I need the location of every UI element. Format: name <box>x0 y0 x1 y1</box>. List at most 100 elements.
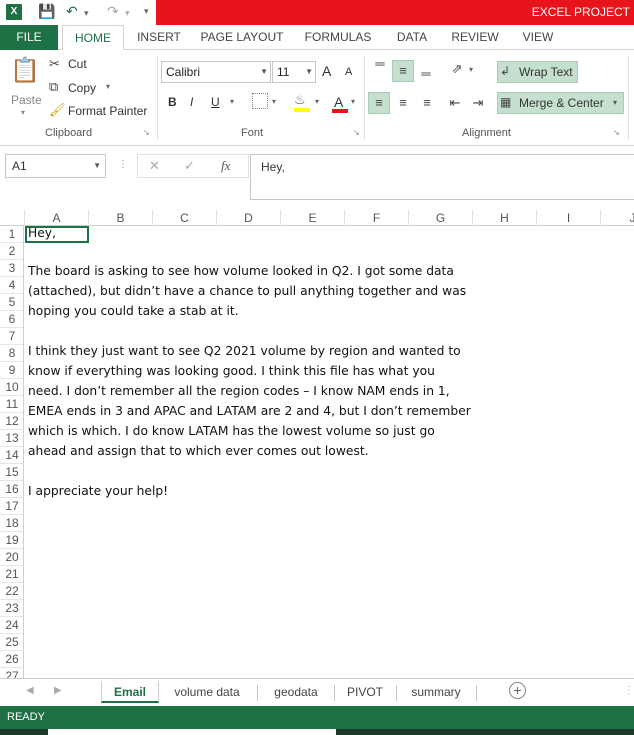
column-header[interactable]: H <box>473 210 537 226</box>
cancel-icon[interactable]: ✕ <box>149 158 160 174</box>
italic-button[interactable]: I <box>190 95 193 109</box>
name-box[interactable]: A1 ▼ <box>5 154 106 178</box>
row-header[interactable]: 21 <box>0 566 23 583</box>
undo-icon[interactable]: ↶ <box>66 3 78 20</box>
cut-button[interactable]: Cut <box>68 57 87 71</box>
row-header[interactable]: 20 <box>0 549 23 566</box>
tab-page-layout[interactable]: PAGE LAYOUT <box>198 25 286 50</box>
row-header[interactable]: 2 <box>0 243 23 260</box>
sheet-tab-pivot[interactable]: PIVOT <box>338 681 392 703</box>
font-launcher-icon[interactable]: ↘ <box>353 128 360 137</box>
redo-dropdown-icon[interactable]: ▾ <box>125 8 130 19</box>
font-color-dropdown-icon[interactable]: ▾ <box>351 97 355 106</box>
column-header[interactable]: B <box>89 210 153 226</box>
clipboard-launcher-icon[interactable]: ↘ <box>143 128 150 137</box>
tab-insert[interactable]: INSERT <box>132 25 186 50</box>
decrease-indent-icon[interactable]: ⇤ <box>444 93 466 113</box>
formula-input[interactable]: Hey, <box>250 154 634 200</box>
enter-icon[interactable]: ✓ <box>184 158 195 174</box>
row-header[interactable]: 19 <box>0 532 23 549</box>
more-sheets-icon[interactable]: ⋮ <box>624 685 634 696</box>
tab-data[interactable]: DATA <box>390 25 434 50</box>
orientation-icon[interactable]: ⇗ <box>446 61 468 77</box>
font-size-select[interactable]: 11 ▼ <box>272 61 316 83</box>
underline-dropdown-icon[interactable]: ▾ <box>230 97 234 106</box>
merge-center-button[interactable]: ▦ Merge & Center ▾ <box>497 92 624 114</box>
row-header[interactable]: 3 <box>0 260 23 277</box>
merge-dropdown-icon[interactable]: ▾ <box>613 98 617 107</box>
copy-button[interactable]: Copy <box>68 81 96 95</box>
row-header[interactable]: 18 <box>0 515 23 532</box>
align-top-icon[interactable]: ═ <box>370 57 390 81</box>
worksheet-grid[interactable]: Hey, The board is asking to see how volu… <box>25 226 634 678</box>
fill-color-icon[interactable]: ♨ <box>294 92 306 108</box>
row-header[interactable]: 1 <box>0 226 23 243</box>
column-header[interactable]: I <box>537 210 601 226</box>
align-right-icon[interactable]: ≡ <box>416 93 438 113</box>
borders-dropdown-icon[interactable]: ▾ <box>272 97 276 106</box>
column-header[interactable]: F <box>345 210 409 226</box>
column-header[interactable]: G <box>409 210 473 226</box>
row-header[interactable]: 5 <box>0 294 23 311</box>
align-middle-icon[interactable]: ≡ <box>392 60 414 82</box>
copy-dropdown-icon[interactable]: ▾ <box>106 82 110 91</box>
sheet-tab-geodata[interactable]: geodata <box>262 681 330 703</box>
row-header[interactable]: 10 <box>0 379 23 396</box>
column-header[interactable]: D <box>217 210 281 226</box>
column-header[interactable]: E <box>281 210 345 226</box>
paste-dropdown-icon[interactable]: ▾ <box>21 108 25 117</box>
tab-file[interactable]: FILE <box>0 25 58 50</box>
select-all-corner[interactable] <box>0 210 25 226</box>
row-header[interactable]: 7 <box>0 328 23 345</box>
row-header[interactable]: 17 <box>0 498 23 515</box>
align-bottom-icon[interactable]: ═ <box>416 62 436 84</box>
align-left-icon[interactable]: ≡ <box>368 92 390 114</box>
shrink-font-button[interactable]: A <box>345 66 352 78</box>
sheet-tab-summary[interactable]: summary <box>400 681 472 703</box>
row-header[interactable]: 15 <box>0 464 23 481</box>
row-header[interactable]: 12 <box>0 413 23 430</box>
sheet-tab-volume-data[interactable]: volume data <box>162 681 252 703</box>
next-sheet-icon[interactable]: ▶ <box>54 685 62 696</box>
column-header[interactable]: A <box>25 210 89 226</box>
sheet-tab-email[interactable]: Email <box>101 681 159 703</box>
row-header[interactable]: 14 <box>0 447 23 464</box>
paste-icon[interactable]: 📋 <box>10 56 40 88</box>
tab-formulas[interactable]: FORMULAS <box>298 25 378 50</box>
prev-sheet-icon[interactable]: ◀ <box>26 685 34 696</box>
row-header[interactable]: 6 <box>0 311 23 328</box>
increase-indent-icon[interactable]: ⇥ <box>467 93 489 113</box>
font-color-button[interactable]: A <box>334 94 343 110</box>
tab-view[interactable]: VIEW <box>516 25 560 50</box>
alignment-launcher-icon[interactable]: ↘ <box>613 128 620 137</box>
insert-function-button[interactable]: fx <box>221 158 230 174</box>
row-header[interactable]: 25 <box>0 634 23 651</box>
row-header[interactable]: 11 <box>0 396 23 413</box>
tab-home[interactable]: HOME <box>62 25 124 51</box>
column-header[interactable]: J <box>601 210 634 226</box>
align-center-icon[interactable]: ≡ <box>392 93 414 113</box>
underline-button[interactable]: U <box>211 95 220 109</box>
paste-button[interactable]: Paste <box>11 93 42 107</box>
undo-dropdown-icon[interactable]: ▾ <box>84 8 89 19</box>
orientation-dropdown-icon[interactable]: ▾ <box>469 65 473 74</box>
row-header[interactable]: 24 <box>0 617 23 634</box>
save-icon[interactable]: 💾 <box>38 3 55 20</box>
tab-review[interactable]: REVIEW <box>446 25 504 50</box>
redo-icon[interactable]: ↷ <box>107 3 119 20</box>
customize-toolbar-icon[interactable]: ▾ <box>144 6 149 17</box>
row-header[interactable]: 26 <box>0 651 23 668</box>
row-header[interactable]: 27 <box>0 668 23 678</box>
add-sheet-icon[interactable]: + <box>509 682 526 699</box>
fill-color-dropdown-icon[interactable]: ▾ <box>315 97 319 106</box>
column-header[interactable]: C <box>153 210 217 226</box>
format-painter-button[interactable]: Format Painter <box>68 104 147 118</box>
row-header[interactable]: 8 <box>0 345 23 362</box>
row-header[interactable]: 13 <box>0 430 23 447</box>
scroll-thumb[interactable] <box>48 729 336 735</box>
row-header[interactable]: 23 <box>0 600 23 617</box>
wrap-text-button[interactable]: ↲ Wrap Text <box>497 61 578 83</box>
row-header[interactable]: 16 <box>0 481 23 498</box>
bold-button[interactable]: B <box>168 95 177 109</box>
font-name-select[interactable]: Calibri ▼ <box>161 61 271 83</box>
